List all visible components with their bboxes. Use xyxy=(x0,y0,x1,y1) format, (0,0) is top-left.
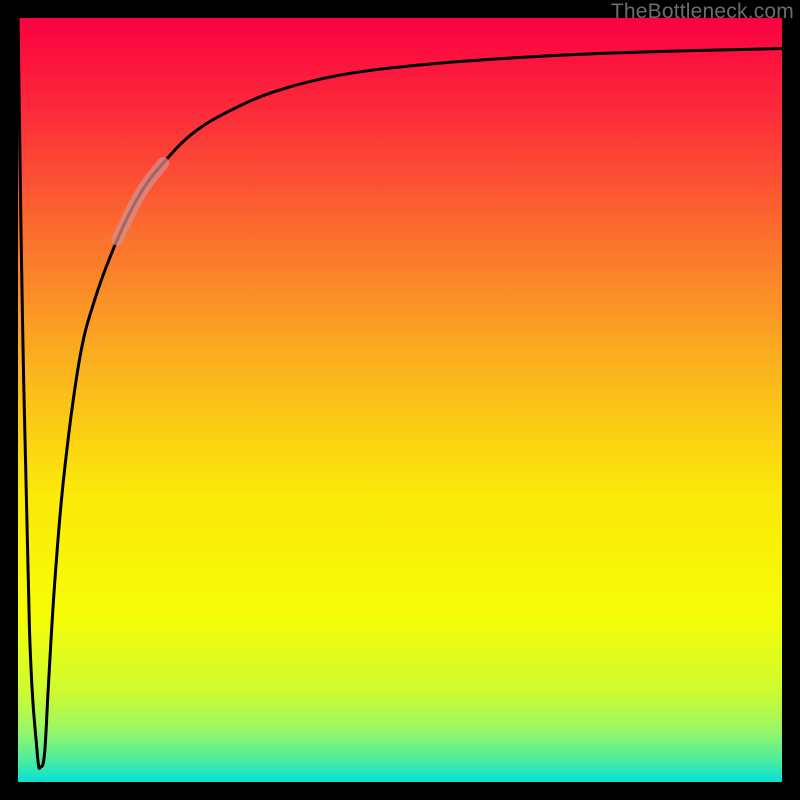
plot-svg xyxy=(18,18,782,782)
chart-frame: TheBottleneck.com xyxy=(0,0,800,800)
gradient-background xyxy=(18,18,782,782)
plot-area xyxy=(18,18,782,782)
